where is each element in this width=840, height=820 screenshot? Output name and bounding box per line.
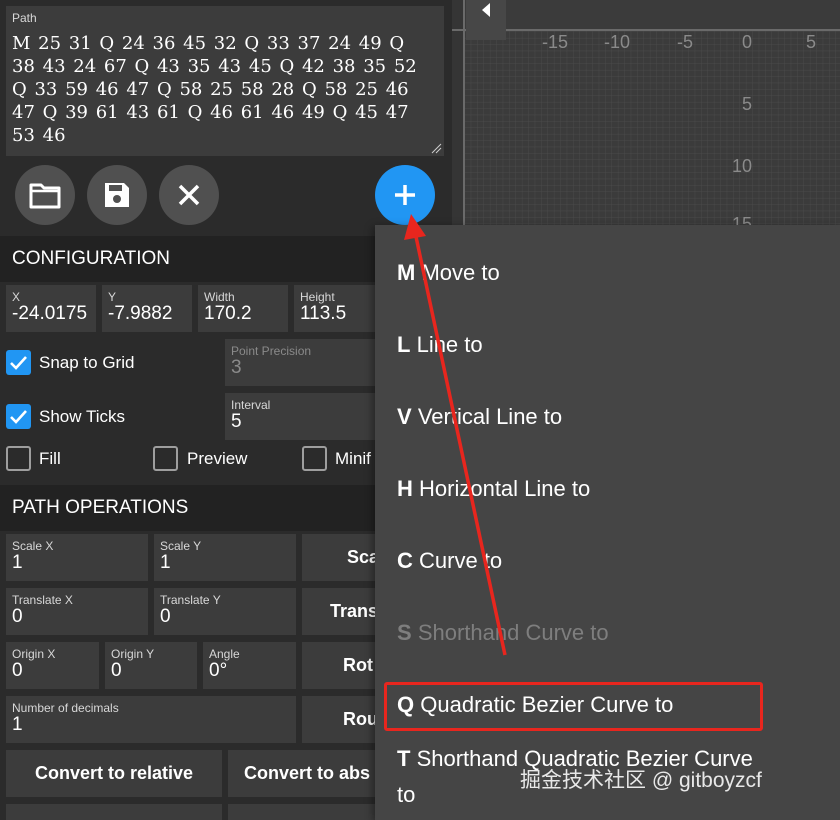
annotation-arrow-line: [413, 231, 507, 656]
annotation-arrow: [404, 214, 507, 656]
annotation-arrowhead: [404, 214, 426, 240]
watermark-text: 掘金技术社区 @ gitboyzcf: [520, 769, 762, 792]
